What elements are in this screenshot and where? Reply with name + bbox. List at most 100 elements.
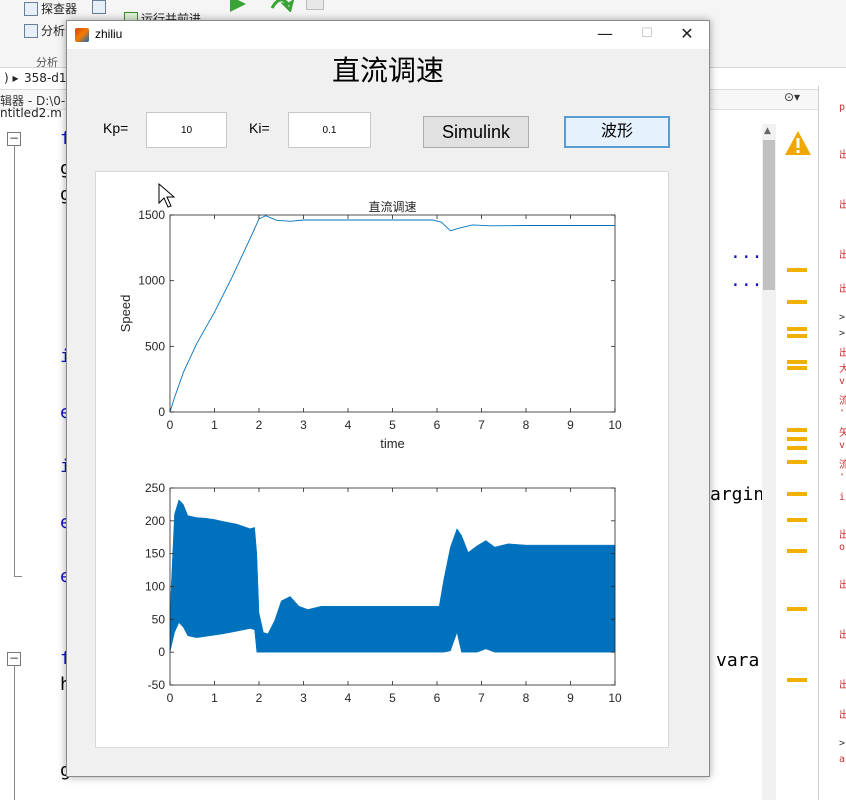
x-tick-label: 5 [389, 691, 396, 705]
command-text: i [839, 492, 846, 503]
x-tick-label: 3 [300, 691, 307, 705]
warning-marker[interactable] [787, 437, 807, 441]
x-tick-label: 2 [256, 418, 263, 432]
panel-options-icon[interactable]: ⊙▾ [784, 90, 800, 104]
warning-icon[interactable] [784, 130, 812, 156]
command-text: 流 [839, 396, 846, 407]
warning-marker[interactable] [787, 334, 807, 338]
warning-marker[interactable] [787, 492, 807, 496]
notes-button[interactable] [92, 0, 106, 14]
ki-input[interactable] [288, 112, 371, 148]
command-text: a [839, 754, 846, 765]
warning-marker[interactable] [787, 428, 807, 432]
chart-title: 直流调速 [368, 200, 416, 214]
explorer-label: 探查器 [41, 2, 78, 16]
analyze-label: 分析 [41, 24, 66, 38]
kp-input[interactable] [146, 112, 227, 148]
warning-marker[interactable] [787, 607, 807, 611]
x-tick-label: 10 [608, 691, 622, 705]
y-tick-label: 0 [158, 405, 165, 419]
x-tick-label: 6 [434, 691, 441, 705]
x-tick-label: 8 [523, 418, 530, 432]
command-text: 出 [839, 284, 846, 295]
warning-marker[interactable] [787, 327, 807, 331]
figure-window[interactable]: zhiliu — ☐ ✕ 直流调速 Kp= Ki= Simulink 波形 0 1… [66, 20, 710, 777]
fold-end [14, 576, 22, 577]
command-text: ' [839, 408, 846, 419]
command-text: 出 [839, 580, 846, 591]
x-tick-label: 0 [167, 691, 174, 705]
warning-marker[interactable] [787, 549, 807, 553]
warning-marker[interactable] [787, 300, 807, 304]
fold-line [14, 146, 15, 576]
window-titlebar[interactable]: zhiliu — ☐ ✕ [67, 21, 709, 49]
app-title: 直流调速 [331, 54, 444, 87]
y-tick-label: 250 [145, 481, 165, 495]
x-tick-label: 2 [256, 691, 263, 705]
command-text: 流 [839, 460, 846, 471]
x-tick-label: 7 [478, 691, 485, 705]
x-tick-label: 9 [567, 691, 574, 705]
simulink-button[interactable]: Simulink [423, 116, 529, 148]
notes-icon [92, 0, 106, 14]
scroll-up-icon[interactable]: ▲ [764, 126, 771, 136]
minimize-icon[interactable]: — [585, 23, 625, 47]
file-tab-label: ntitled2.m [0, 106, 62, 120]
warning-marker[interactable] [787, 518, 807, 522]
x-tick-label: 0 [167, 418, 174, 432]
waveform-button[interactable]: 波形 [564, 116, 670, 148]
x-tick-label: 7 [478, 418, 485, 432]
run-button[interactable] [228, 0, 248, 12]
file-tab[interactable]: ntitled2.m [0, 104, 70, 124]
command-text: 出 [839, 150, 846, 161]
command-window[interactable]: p 出 出 出 出 > > 出 大 v 流 ' 矢 v 流 ' i 出 o 出 … [818, 86, 846, 800]
warning-marker[interactable] [787, 268, 807, 272]
analyze-button[interactable]: 分析 [24, 22, 65, 39]
close-icon[interactable]: ✕ [667, 23, 707, 47]
warning-marker[interactable] [787, 366, 807, 370]
command-text: > [839, 328, 846, 339]
command-text: 出 [839, 530, 846, 541]
x-axis-label: time [380, 436, 405, 451]
y-tick-label: -50 [148, 678, 166, 692]
code-continuation: ... [730, 242, 763, 263]
ki-label: Ki= [249, 120, 270, 136]
x-tick-label: 3 [300, 418, 307, 432]
command-text: > [839, 312, 846, 323]
warning-marker[interactable] [787, 678, 807, 682]
y-tick-label: 1000 [138, 274, 165, 288]
plot-panel: 0 1 2 3 4 5 6 7 8 9 10 0 500 1000 1500 直流调速 time Speed 0 1 2… [95, 171, 669, 748]
explorer-button[interactable]: 探查器 [24, 0, 77, 17]
warning-marker[interactable] [787, 446, 807, 450]
command-text: 出 [839, 680, 846, 691]
fold-toggle[interactable]: − [7, 132, 21, 146]
current-band [169, 499, 616, 653]
x-tick-label: 10 [608, 418, 622, 432]
command-text: 出 [839, 200, 846, 211]
command-text: v [839, 376, 846, 387]
scrollbar-thumb[interactable] [763, 140, 775, 290]
x-tick-label: 8 [523, 691, 530, 705]
matlab-logo-icon [75, 28, 89, 42]
code-continuation: ... [730, 270, 763, 291]
warning-marker[interactable] [787, 460, 807, 464]
plots-svg: 0 1 2 3 4 5 6 7 8 9 10050010001500直流调速timeSpeed0 1 2… [118, 200, 622, 705]
analyze-icon [24, 23, 38, 38]
y-tick-label: 50 [152, 612, 166, 626]
command-text: o [839, 542, 846, 553]
x-tick-label: 5 [389, 418, 396, 432]
fold-toggle[interactable]: − [7, 652, 21, 666]
y-tick-label: 0 [158, 645, 165, 659]
step-button[interactable] [270, 0, 294, 12]
x-tick-label: 1 [211, 418, 218, 432]
warning-marker[interactable] [787, 360, 807, 364]
stop-button[interactable] [306, 0, 324, 10]
command-text: v [839, 440, 846, 451]
y-tick-label: 1500 [138, 208, 165, 222]
command-text: 出 [839, 630, 846, 641]
command-text: > [839, 738, 846, 749]
maximize-icon[interactable]: ☐ [627, 23, 667, 47]
command-text: 出 [839, 348, 846, 359]
command-text: 出 [839, 710, 846, 721]
y-axis-label: Speed [118, 295, 133, 333]
